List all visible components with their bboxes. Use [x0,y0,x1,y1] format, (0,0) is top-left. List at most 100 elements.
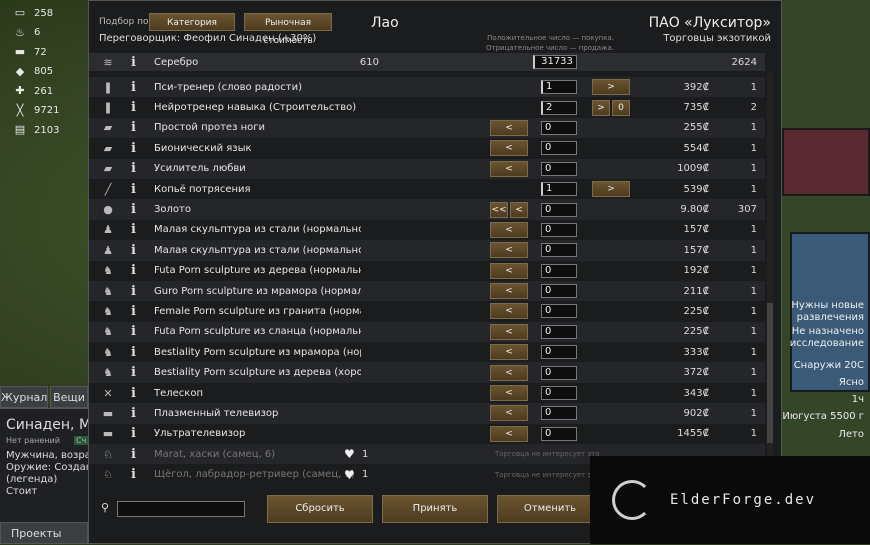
sell-one-button[interactable]: < [490,242,528,259]
item-price: 735₡ [683,102,709,114]
projects-button[interactable]: Проекты [0,522,88,544]
trade-row: ▬ i Плазменный телевизор <0 902₡ 1 [89,403,765,424]
resource-entry[interactable]: ╳ 9721 [12,104,60,118]
watermark-text: ElderForge.dev [670,492,817,508]
info-icon[interactable]: i [131,80,141,95]
quantity-field[interactable]: 1 [541,80,577,95]
scrollbar-thumb[interactable] [767,303,773,443]
sell-one-button[interactable]: < [490,283,528,300]
quantity-field[interactable]: 0 [541,243,577,258]
item-name: Золото [154,204,191,216]
item-price: 554₡ [683,142,709,154]
trade-row: ♞ i Futa Porn sculpture из дерева (нормаль… [89,261,765,281]
info-icon[interactable]: i [131,222,141,237]
resource-entry[interactable]: ◆ 805 [12,65,53,79]
quantity-field[interactable]: 0 [541,141,577,156]
quantity-field[interactable]: 0 [541,161,577,176]
trade-row: ♞ i Bestiality Porn sculpture из дерева (х… [89,362,765,383]
info-icon[interactable]: i [131,202,141,217]
trade-rows: ≋ i Серебро 610 31733 2624 ❚ i Пси-тренер … [89,53,765,485]
quantity-field[interactable]: 0 [541,202,577,217]
info-icon[interactable]: i [131,304,141,319]
info-icon[interactable]: i [131,55,141,70]
reset-button[interactable]: Сбросить [267,495,373,523]
info-icon[interactable]: i [131,284,141,299]
sell-one-button[interactable]: < [490,221,528,238]
alert-research-2[interactable]: исследование [790,338,864,349]
quantity-field[interactable]: 0 [541,426,577,441]
resource-count: 6 [34,27,41,38]
sell-one-button[interactable]: < [490,425,528,442]
info-icon[interactable]: i [131,243,141,258]
item-name: Ультрателевизор [154,428,246,440]
alert-recreation[interactable]: Нужны новые [791,300,864,311]
quantity-field[interactable]: 0 [541,345,577,360]
info-icon[interactable]: i [131,345,141,360]
info-icon[interactable]: i [131,406,141,421]
cancel-button[interactable]: Отменить [497,495,603,523]
quantity-field[interactable]: 2 [541,100,577,115]
trader-kind: Торговцы экзотикой [663,33,771,44]
resource-entry[interactable]: ♨ 6 [12,26,40,40]
tab-items[interactable]: Вещи [50,386,88,408]
info-icon[interactable]: i [131,263,141,278]
sell-one-button[interactable]: < [490,303,528,320]
sell-one-button[interactable]: < [490,160,528,177]
quantity-field[interactable]: 0 [541,386,577,401]
sculpture-icon: ♞ [103,284,113,298]
quantity-field[interactable]: 0 [541,284,577,299]
info-icon[interactable]: i [131,467,141,482]
sell-one-button[interactable]: < [510,201,528,218]
alert-recreation-2[interactable]: развлечения [797,312,864,323]
info-icon[interactable]: i [131,426,141,441]
sell-one-button[interactable]: < [490,262,528,279]
item-price: 539₡ [683,183,709,195]
info-icon[interactable]: i [131,386,141,401]
sell-one-button[interactable]: < [490,323,528,340]
quantity-field[interactable]: 0 [541,365,577,380]
stone-icon: ◆ [15,64,25,78]
trader-count: 1 [750,387,757,399]
buy-one-button[interactable]: > [592,99,610,116]
tab-journal[interactable]: Журнал [0,386,48,408]
sell-one-button[interactable]: < [490,385,528,402]
quantity-field[interactable]: 0 [541,324,577,339]
quantity-field[interactable]: 0 [541,406,577,421]
buy-one-button[interactable]: > [592,181,630,198]
info-icon[interactable]: i [131,100,141,115]
sell-one-button[interactable]: < [490,405,528,422]
resource-entry[interactable]: ▭ 258 [12,6,53,20]
search-input[interactable] [117,501,245,517]
info-icon[interactable]: i [131,324,141,339]
quantity-field[interactable]: 0 [541,120,577,135]
sell-one-button[interactable]: < [490,344,528,361]
info-icon[interactable]: i [131,365,141,380]
info-icon[interactable]: i [131,141,141,156]
sort-market-value-button[interactable]: Рыночная стоимость [244,13,332,46]
buy-one-button[interactable]: > [592,79,630,96]
quantity-field[interactable]: 1 [541,182,577,197]
sell-one-button[interactable]: < [490,140,528,157]
list-scrollbar[interactable] [767,73,773,493]
sell-one-button[interactable]: < [490,119,528,136]
quantity-field[interactable]: 0 [541,222,577,237]
resource-entry[interactable]: ✚ 261 [12,84,53,98]
alert-research[interactable]: Не назначено [792,326,864,337]
quantity-field[interactable]: 0 [541,263,577,278]
trader-count: 1 [750,81,757,93]
resource-entry[interactable]: ▬ 72 [12,45,47,59]
resource-entry[interactable]: ▤ 2103 [12,123,60,137]
info-icon[interactable]: i [131,447,141,462]
psytrainer-icon: ❚ [103,80,113,94]
info-icon[interactable]: i [131,182,141,197]
info-icon[interactable]: i [131,120,141,135]
reset-row-button[interactable]: 0 [612,99,630,116]
trader-count: 2 [750,102,757,114]
trader-count: 1 [750,142,757,154]
sort-category-button[interactable]: Категория [149,13,235,31]
accept-button[interactable]: Принять [382,495,488,523]
info-icon[interactable]: i [131,161,141,176]
quantity-field[interactable]: 0 [541,304,577,319]
sell-all-button[interactable]: << [490,201,508,218]
sell-one-button[interactable]: < [490,364,528,381]
